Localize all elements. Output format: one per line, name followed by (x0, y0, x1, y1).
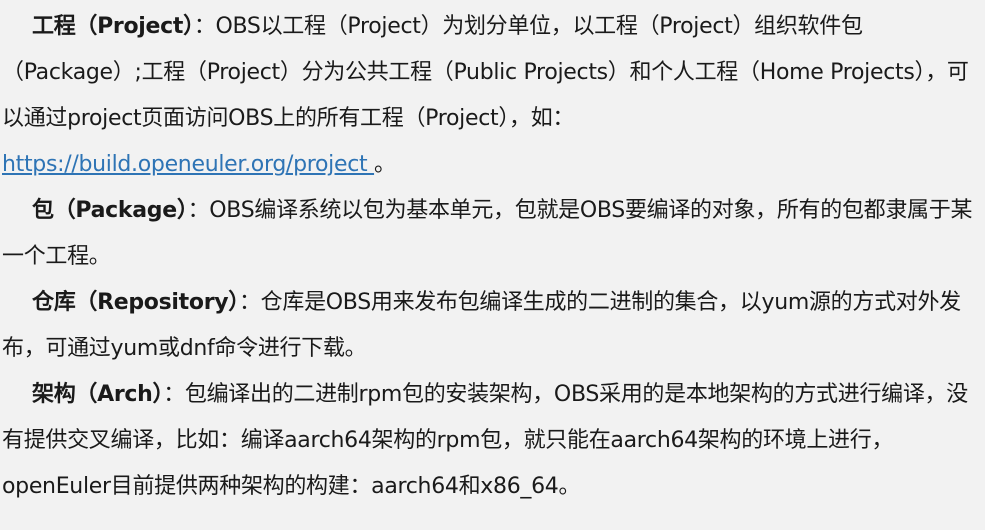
term-project: 工程（Project） (32, 14, 194, 39)
definition-package: 包（Package）：OBS编译系统以包为基本单元，包就是OBS要编译的对象，所… (2, 188, 982, 280)
document-page: 工程（Project）：OBS以工程（Project）为划分单位，以工程（Pro… (0, 0, 985, 530)
term-repository: 仓库（Repository） (32, 290, 239, 315)
definition-project: 工程（Project）：OBS以工程（Project）为划分单位，以工程（Pro… (2, 4, 982, 188)
definition-arch: 架构（Arch）：包编译出的二进制rpm包的安装架构，OBS采用的是本地架构的方… (2, 372, 982, 510)
definition-repository: 仓库（Repository）：仓库是OBS用来发布包编译生成的二进制的集合，以y… (2, 280, 982, 372)
definition-list: 工程（Project）：OBS以工程（Project）为划分单位，以工程（Pro… (2, 4, 982, 510)
definition-project-end: 。 (374, 152, 396, 177)
project-page-link[interactable]: https://build.openeuler.org/project (2, 152, 374, 177)
term-package: 包（Package） (32, 198, 188, 223)
term-arch: 架构（Arch） (32, 382, 164, 407)
